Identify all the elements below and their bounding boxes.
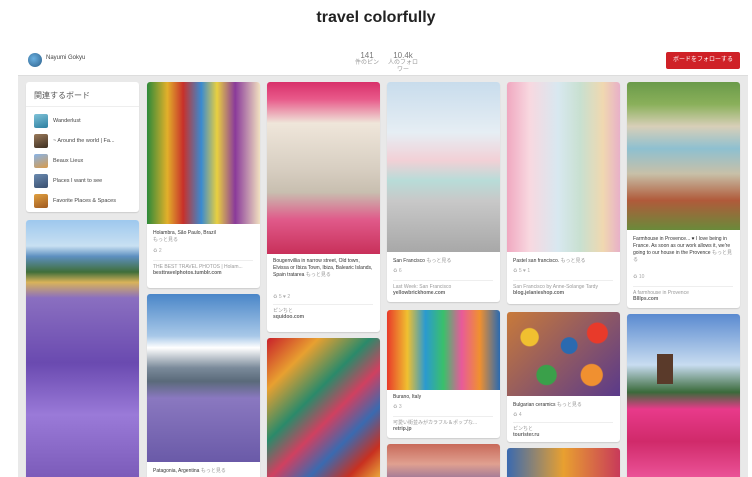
pin-card[interactable]: [26, 220, 139, 477]
pin-card[interactable]: [267, 338, 380, 477]
pin-description: San Francisco もっと見る: [393, 258, 452, 264]
pin-card[interactable]: San Francisco もっと見る ♻ 6 Last Week: San F…: [387, 82, 500, 302]
related-board-item[interactable]: Favorite Places & Spaces: [34, 194, 134, 208]
san-francisco-houses-photo: [387, 82, 500, 252]
pin-description: Patagonia, Argentina もっと見る: [153, 468, 226, 474]
pin-source[interactable]: 可愛い街並みがカラフル＆ポップな... retrip.jp: [393, 416, 493, 432]
colorful-houses-photo: [147, 82, 260, 224]
page-title: travel colorfully: [316, 9, 436, 26]
pin-source[interactable]: San Francisco by Anne-Solange Tardy blog.…: [513, 280, 613, 296]
related-board-item[interactable]: Places I want to see: [34, 174, 134, 188]
pin-card[interactable]: Bougenvillia in narrow street, Old town,…: [267, 82, 380, 332]
pin-stats: ♻ 5 ♥ 1: [513, 268, 531, 274]
provence-farmhouse-photo: [627, 82, 740, 230]
pin-description: Bougenvillia in narrow street, Old town,…: [273, 258, 373, 278]
related-board-item[interactable]: Wanderlust: [34, 114, 134, 128]
pin-card[interactable]: Farmhouse in Provence... ♥ I love being …: [627, 82, 740, 308]
lavender-field-photo: [26, 220, 139, 477]
pin-source[interactable]: ピンちと tourister.ru: [513, 422, 613, 438]
board-container: Nayumi Gokyu 141 件のピン 10.4k 人のフォロワー ボードを…: [18, 44, 748, 477]
pin-description: Pastel san francisco. もっと見る: [513, 258, 586, 264]
pastel-houses-photo: [507, 82, 620, 252]
pin-card[interactable]: Patagonia, Argentina もっと見る: [147, 294, 260, 477]
avatar[interactable]: [28, 53, 42, 67]
related-board-label: Favorite Places & Spaces: [53, 198, 116, 204]
windmill-tulip-field-photo: [627, 314, 740, 477]
related-board-label: ~ Around the world | Fa...: [53, 138, 115, 144]
pin-card[interactable]: Holambra, São Paulo, Brazil もっと見る ♻ 2 THE…: [147, 82, 260, 288]
followers-label: 人のフォロワー: [387, 60, 418, 73]
board-thumbnail: [34, 114, 48, 128]
pin-stats: ♻ 5 ♥ 2: [273, 294, 291, 300]
pin-description: Holambra, São Paulo, Brazil もっと見る: [153, 230, 216, 243]
related-board-label: Wanderlust: [53, 118, 81, 124]
windmill-icon: [657, 354, 673, 384]
pin-card[interactable]: Burano, Italy ♻ 3 可愛い街並みがカラフル＆ポップな... ret…: [387, 310, 500, 438]
patagonia-lupins-photo: [147, 294, 260, 462]
pin-source[interactable]: ピンちと squidoo.com: [273, 304, 373, 320]
pin-source[interactable]: A farmhouse in Provence Blllps.com: [633, 286, 733, 302]
divider: [26, 106, 139, 107]
board-thumbnail: [34, 134, 48, 148]
follow-board-button[interactable]: ボードをフォローする: [666, 52, 740, 69]
pin-card[interactable]: [627, 314, 740, 477]
colorful-building-photo: [387, 444, 500, 477]
pins-count: 141: [360, 51, 374, 60]
pin-description: Farmhouse in Provence... ♥ I love being …: [633, 236, 732, 263]
board-thumbnail: [34, 154, 48, 168]
pin-description: Burano, Italy: [393, 394, 422, 400]
pin-card[interactable]: Bulgarian ceramics もっと見る ♻ 4 ピンちと tourist…: [507, 312, 620, 442]
related-board-label: Places I want to see: [53, 178, 103, 184]
pin-stats: ♻ 10: [633, 274, 645, 280]
colorful-photo: [507, 448, 620, 477]
bougainvillea-street-photo: [267, 82, 380, 254]
burano-canal-photo: [387, 310, 500, 390]
pins-label: 件のピン: [354, 60, 379, 66]
pin-description: Bulgarian ceramics もっと見る: [513, 402, 582, 408]
pin-stats: ♻ 3: [393, 404, 402, 410]
related-board-label: Beaux Lieux: [53, 158, 84, 164]
pin-card[interactable]: [387, 444, 500, 477]
pin-source[interactable]: THE BEST TRAVEL PHOTOS | Holam... besttra…: [153, 260, 253, 276]
pin-card[interactable]: Pastel san francisco. もっと見る ♻ 5 ♥ 1 San …: [507, 82, 620, 304]
pins-stat[interactable]: 141 件のピン: [352, 51, 382, 67]
board-thumbnail: [34, 194, 48, 208]
ceramic-plates-photo: [507, 312, 620, 396]
related-board-item[interactable]: Beaux Lieux: [34, 154, 134, 168]
related-board-item[interactable]: ~ Around the world | Fa...: [34, 134, 134, 148]
pin-stats: ♻ 2: [153, 248, 162, 254]
pin-source[interactable]: Last Week: San Francisco yellowbrickhome.…: [393, 280, 493, 296]
followers-count: 10.4k: [393, 51, 413, 60]
user-name[interactable]: Nayumi Gokyu: [46, 55, 85, 61]
pin-card[interactable]: [507, 448, 620, 477]
pin-stats: ♻ 4: [513, 412, 522, 418]
board-header: Nayumi Gokyu 141 件のピン 10.4k 人のフォロワー ボードを…: [18, 44, 748, 76]
pin-stats: ♻ 6: [393, 268, 402, 274]
related-boards-panel: 関連するボード Wanderlust ~ Around the world | …: [26, 82, 139, 212]
board-thumbnail: [34, 174, 48, 188]
colorful-market-photo: [267, 338, 380, 477]
related-boards-title: 関連するボード: [34, 91, 90, 100]
followers-stat[interactable]: 10.4k 人のフォロワー: [386, 51, 420, 74]
